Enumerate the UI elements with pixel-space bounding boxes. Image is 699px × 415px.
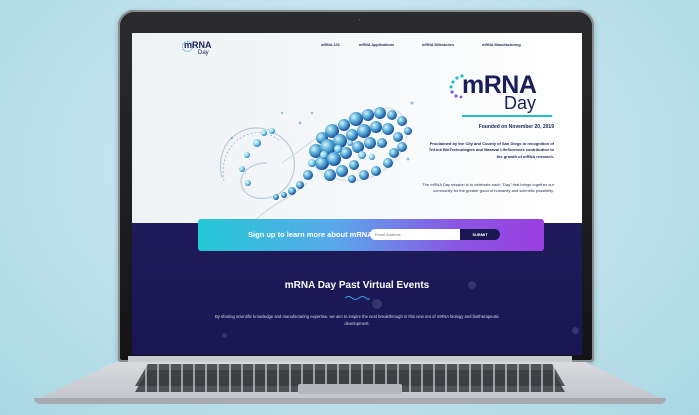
site-logo[interactable]: mRNA Day [182,40,224,60]
trackpad [298,384,402,394]
email-field[interactable] [370,229,460,240]
decor-dot [572,327,579,334]
laptop-base [34,356,666,406]
hinge [128,356,572,362]
mission-text: The mRNA Day mission is to celebrate eac… [422,182,554,194]
nav-mrna-101[interactable]: mRNA 101 [321,43,340,47]
decor-dot [222,333,227,338]
founded-date: Founded on November 20, 2019 [478,124,554,130]
laptop-front-edge [34,398,666,404]
proclamation-text: Proclaimed by the City and County of San… [428,141,554,159]
events-description: By sharing scientific knowledge and manu… [215,314,499,326]
signup-banner: Sign up to learn more about mRNA SUBMIT [198,219,544,251]
hero-logo-sub: Day [504,93,537,113]
divider [462,115,552,117]
webcam-icon [357,17,362,22]
hero-section: mRNA Day mRNA 101 mRNA Applications mRNA… [132,33,582,224]
site-logo-sub: Day [198,50,209,56]
mrna-molecule-illustration [219,101,414,224]
nav-mrna-milestones[interactable]: mRNA Milestones [422,43,454,47]
nav-mrna-applications[interactable]: mRNA Applications [359,43,394,47]
submit-button[interactable]: SUBMIT [460,229,500,240]
signup-label: Sign up to learn more about mRNA [248,230,373,239]
events-title: mRNA Day Past Virtual Events [284,280,430,291]
wave-divider-icon [344,296,370,300]
mrna-day-logo: mRNA Day [449,71,554,121]
site-logo-text: mRNA [184,40,212,50]
laptop-screen: mRNA Day mRNA 101 mRNA Applications mRNA… [132,33,582,355]
decor-dot [372,299,382,309]
nav-mrna-manufacturing[interactable]: mRNA Manufacturing [482,43,521,47]
